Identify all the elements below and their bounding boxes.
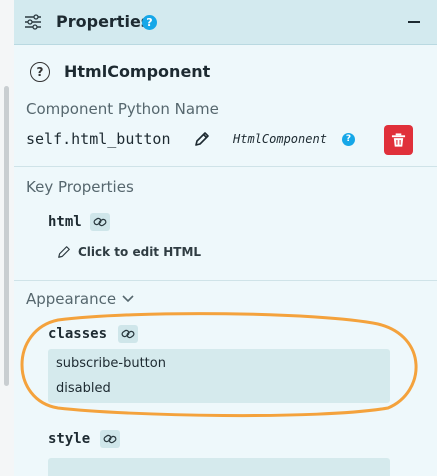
component-title: HtmlComponent bbox=[64, 62, 211, 81]
component-type: HtmlComponent bbox=[233, 132, 327, 146]
python-name-value[interactable]: self.html_button bbox=[26, 130, 171, 148]
style-property-name: style bbox=[48, 431, 91, 447]
binding-link-icon[interactable] bbox=[100, 430, 120, 448]
help-icon[interactable]: ? bbox=[142, 15, 157, 30]
properties-header[interactable]: Properties ? bbox=[14, 0, 437, 45]
edit-pencil-icon[interactable] bbox=[57, 245, 71, 259]
key-properties-label: Key Properties bbox=[26, 178, 134, 196]
html-property-name: html bbox=[48, 214, 82, 230]
appearance-label[interactable]: Appearance bbox=[26, 290, 116, 308]
classes-value-line: subscribe-button bbox=[56, 356, 166, 371]
divider bbox=[14, 280, 437, 281]
sliders-icon bbox=[25, 14, 41, 30]
minus-icon[interactable] bbox=[408, 21, 420, 23]
properties-panel: Properties ? ? HtmlComponent Component P… bbox=[14, 0, 437, 476]
divider bbox=[14, 166, 437, 167]
classes-property-name: classes bbox=[48, 326, 108, 342]
binding-link-icon[interactable] bbox=[118, 325, 138, 343]
delete-button[interactable] bbox=[384, 125, 413, 155]
link-icon bbox=[121, 329, 135, 339]
python-name-label: Component Python Name bbox=[26, 100, 219, 118]
pencil-icon[interactable] bbox=[194, 131, 210, 147]
panel-title: Properties bbox=[56, 12, 151, 31]
component-help-icon[interactable]: ? bbox=[30, 62, 50, 82]
binding-link-icon[interactable] bbox=[90, 213, 110, 231]
type-help-icon[interactable]: ? bbox=[342, 133, 355, 146]
classes-value-line: disabled bbox=[56, 381, 111, 396]
link-icon bbox=[103, 434, 117, 444]
chevron-down-icon[interactable] bbox=[122, 294, 134, 303]
trash-icon bbox=[391, 133, 406, 147]
style-input[interactable] bbox=[48, 458, 390, 476]
scrollbar[interactable] bbox=[4, 86, 9, 386]
scroll-gutter bbox=[0, 0, 14, 476]
properties-window: Properties ? ? HtmlComponent Component P… bbox=[0, 0, 437, 476]
classes-input[interactable]: subscribe-button disabled bbox=[48, 349, 390, 403]
edit-html-link[interactable]: Click to edit HTML bbox=[78, 245, 201, 259]
link-icon bbox=[93, 217, 107, 227]
